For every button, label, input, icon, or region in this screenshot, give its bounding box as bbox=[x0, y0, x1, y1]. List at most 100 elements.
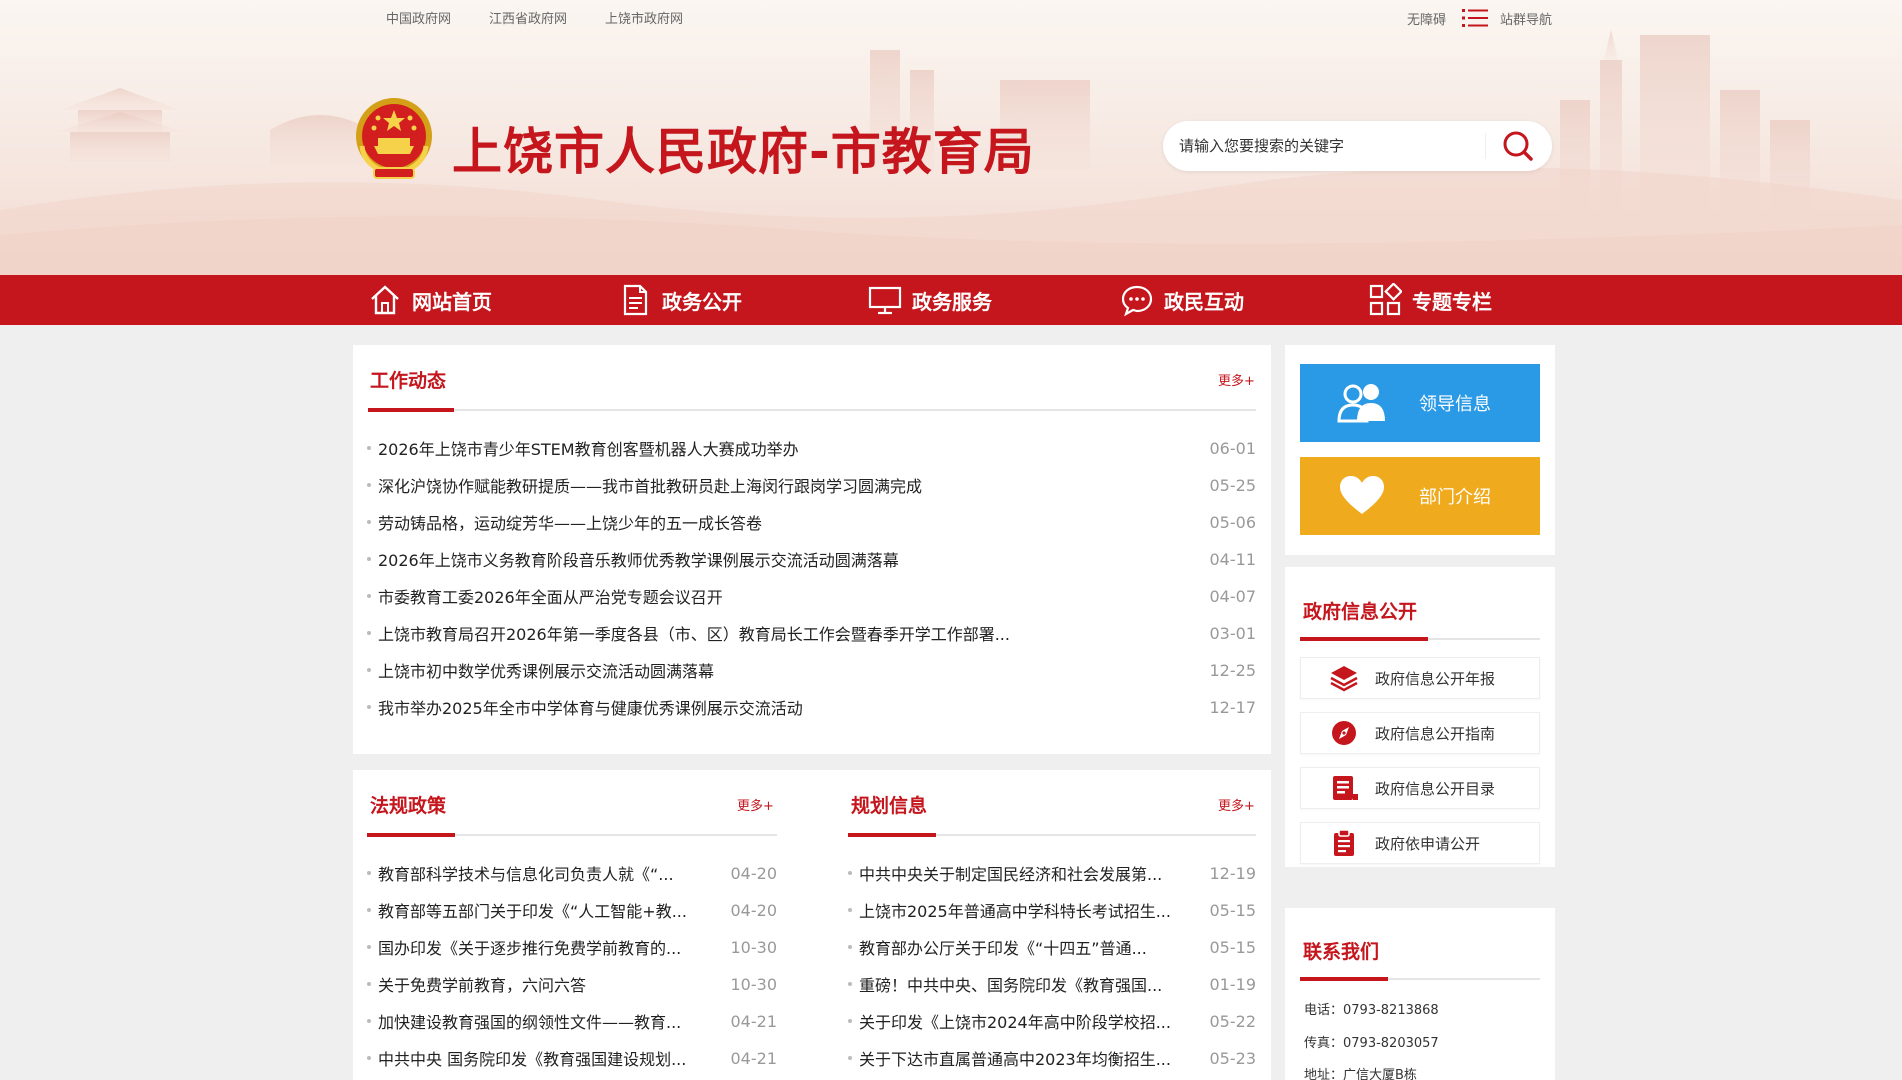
search-input[interactable] bbox=[1179, 121, 1479, 171]
nav-gov-service[interactable]: 政务服务 bbox=[868, 275, 992, 325]
gov-info-title: 政府信息公开 bbox=[1303, 601, 1418, 623]
policy-item-title: 国办印发《关于逐步推行免费学前教育的... bbox=[378, 939, 682, 958]
policy-item-title: 教育部科学技术与信息化司负责人就《“... bbox=[378, 865, 674, 884]
news-item[interactable]: 上饶市初中数学优秀课例展示交流活动圆满落幕 12-25 bbox=[367, 658, 1256, 682]
bullet-dot bbox=[367, 631, 371, 635]
news-item[interactable]: 2026年上饶市义务教育阶段音乐教师优秀教学课例展示交流活动圆满落幕 04-11 bbox=[367, 547, 1256, 571]
top-link-china-gov[interactable]: 中国政府网 bbox=[386, 8, 451, 27]
policy-item-title: 教育部等五部门关于印发《“人工智能+教... bbox=[378, 902, 687, 921]
clipboard-icon bbox=[1334, 829, 1354, 856]
news-item[interactable]: 2026年上饶市青少年STEM教育创客暨机器人大赛成功举办 06-01 bbox=[367, 436, 1256, 460]
leader-info-button[interactable]: 领导信息 bbox=[1300, 364, 1540, 442]
accessibility-link[interactable]: 无障碍 bbox=[1407, 9, 1446, 28]
search-icon[interactable] bbox=[1498, 129, 1538, 163]
people-icon bbox=[1337, 384, 1385, 423]
search-divider bbox=[1485, 133, 1486, 159]
news-item-date: 05-06 bbox=[1209, 512, 1257, 532]
leader-info-label: 领导信息 bbox=[1419, 394, 1491, 415]
nav-gov-affairs-open-label: 政务公开 bbox=[662, 289, 742, 314]
work-news-title: 工作动态 bbox=[370, 370, 447, 392]
news-item-title: 2026年上饶市青少年STEM教育创客暨机器人大赛成功举办 bbox=[378, 440, 799, 459]
planning-item-date: 05-15 bbox=[1209, 900, 1257, 920]
planning-item-title: 教育部办公厅关于印发《“十四五”普通... bbox=[859, 939, 1147, 958]
bullet-dot bbox=[848, 908, 852, 912]
list-menu-icon[interactable] bbox=[1462, 8, 1489, 28]
top-links: 中国政府网 江西省政府网 上饶市政府网 bbox=[386, 8, 721, 27]
policy-item-date: 04-20 bbox=[730, 900, 778, 920]
policy-item-date: 04-21 bbox=[730, 1048, 778, 1068]
planning-item[interactable]: 上饶市2025年普通高中学科特长考试招生... 05-15 bbox=[848, 898, 1256, 922]
planning-item-date: 01-19 bbox=[1209, 974, 1257, 994]
catalog-icon bbox=[1333, 776, 1358, 800]
stack-icon bbox=[1330, 666, 1358, 692]
national-emblem-logo[interactable] bbox=[354, 96, 434, 182]
gov-info-apply[interactable]: 政府依申请公开 bbox=[1300, 822, 1540, 864]
policy-item-title: 中共中央 国务院印发《教育强国建设规划... bbox=[378, 1050, 687, 1069]
policy-item[interactable]: 国办印发《关于逐步推行免费学前教育的... 10-30 bbox=[367, 935, 777, 959]
bullet-dot bbox=[367, 594, 371, 598]
nav-special-topics[interactable]: 专题专栏 bbox=[1368, 275, 1492, 325]
site-nav-link[interactable]: 站群导航 bbox=[1500, 9, 1552, 28]
planning-item[interactable]: 教育部办公厅关于印发《“十四五”普通... 05-15 bbox=[848, 935, 1256, 959]
header-banner: 中国政府网 江西省政府网 上饶市政府网 无障碍 站群导航 上饶市人民政府-市教育… bbox=[0, 0, 1902, 275]
gov-info-annual-report[interactable]: 政府信息公开年报 bbox=[1300, 657, 1540, 699]
bullet-dot bbox=[848, 871, 852, 875]
nav-home[interactable]: 网站首页 bbox=[368, 275, 492, 325]
policy-item[interactable]: 教育部科学技术与信息化司负责人就《“... 04-20 bbox=[367, 861, 777, 885]
news-item[interactable]: 上饶市教育局召开2026年第一季度各县（市、区）教育局长工作会暨春季开学工作部署… bbox=[367, 621, 1256, 645]
planning-title-underline bbox=[848, 833, 936, 837]
planning-item-date: 05-22 bbox=[1209, 1011, 1257, 1031]
bullet-dot bbox=[367, 871, 371, 875]
planning-item[interactable]: 关于下达市直属普通高中2023年均衡招生... 05-23 bbox=[848, 1046, 1256, 1070]
work-news-more-link[interactable]: 更多+ bbox=[1218, 370, 1255, 389]
bullet-dot bbox=[848, 982, 852, 986]
news-item-date: 04-11 bbox=[1209, 549, 1257, 569]
planning-item-title: 关于印发《上饶市2024年高中阶段学校招... bbox=[859, 1013, 1171, 1032]
bullet-dot bbox=[367, 705, 371, 709]
gov-info-guide[interactable]: 政府信息公开指南 bbox=[1300, 712, 1540, 754]
work-news-title-line bbox=[368, 409, 1256, 411]
top-link-jiangxi-gov[interactable]: 江西省政府网 bbox=[489, 8, 567, 27]
planning-item-date: 05-23 bbox=[1209, 1048, 1257, 1068]
planning-more-link[interactable]: 更多+ bbox=[1218, 795, 1255, 814]
policy-item[interactable]: 教育部等五部门关于印发《“人工智能+教... 04-20 bbox=[367, 898, 777, 922]
policy-item[interactable]: 中共中央 国务院印发《教育强国建设规划... 04-21 bbox=[367, 1046, 777, 1070]
gov-info-item-label: 政府信息公开年报 bbox=[1375, 669, 1496, 688]
news-item[interactable]: 我市举办2025年全市中学体育与健康优秀课例展示交流活动 12-17 bbox=[367, 695, 1256, 719]
document-icon bbox=[623, 284, 648, 316]
policy-item[interactable]: 加快建设教育强国的纲领性文件——教育... 04-21 bbox=[367, 1009, 777, 1033]
nav-gov-affairs-open[interactable]: 政务公开 bbox=[618, 275, 742, 325]
monitor-icon bbox=[868, 286, 902, 315]
nav-interaction[interactable]: 政民互动 bbox=[1120, 275, 1244, 325]
policy-item-title: 关于免费学前教育，六问六答 bbox=[378, 976, 587, 995]
planning-item[interactable]: 重磅！中共中央、国务院印发《教育强国... 01-19 bbox=[848, 972, 1256, 996]
news-item-title: 上饶市教育局召开2026年第一季度各县（市、区）教育局长工作会暨春季开学工作部署… bbox=[378, 625, 1010, 644]
top-link-shangrao-gov[interactable]: 上饶市政府网 bbox=[605, 8, 683, 27]
policy-item[interactable]: 关于免费学前教育，六问六答 10-30 bbox=[367, 972, 777, 996]
gov-info-catalog[interactable]: 政府信息公开目录 bbox=[1300, 767, 1540, 809]
planning-item[interactable]: 中共中央关于制定国民经济和社会发展第... 12-19 bbox=[848, 861, 1256, 885]
contact-phone: 电话：0793-8213868 bbox=[1304, 1003, 1439, 1018]
heart-icon bbox=[1340, 476, 1384, 514]
news-item[interactable]: 市委教育工委2026年全面从严治党专题会议召开 04-07 bbox=[367, 584, 1256, 608]
policy-item-date: 10-30 bbox=[730, 974, 778, 994]
nav-interaction-label: 政民互动 bbox=[1164, 289, 1244, 314]
policy-title-underline bbox=[367, 833, 455, 837]
bullet-dot bbox=[367, 446, 371, 450]
bullet-dot bbox=[367, 557, 371, 561]
planning-item[interactable]: 关于印发《上饶市2024年高中阶段学校招... 05-22 bbox=[848, 1009, 1256, 1033]
news-item-date: 12-25 bbox=[1209, 660, 1257, 680]
nav-special-topics-label: 专题专栏 bbox=[1412, 289, 1492, 314]
news-item[interactable]: 深化沪饶协作赋能教研提质——我市首批教研员赴上海闵行跟岗学习圆满完成 05-25 bbox=[367, 473, 1256, 497]
news-item[interactable]: 劳动铸品格，运动绽芳华——上饶少年的五一成长答卷 05-06 bbox=[367, 510, 1256, 534]
planning-item-date: 12-19 bbox=[1209, 863, 1257, 883]
contact-address: 地址：广信大厦B栋 bbox=[1304, 1068, 1417, 1080]
planning-item-title: 关于下达市直属普通高中2023年均衡招生... bbox=[859, 1050, 1171, 1069]
gov-info-title-underline bbox=[1300, 637, 1428, 641]
policy-item-date: 04-20 bbox=[730, 863, 778, 883]
dept-intro-button[interactable]: 部门介绍 bbox=[1300, 457, 1540, 535]
policy-more-link[interactable]: 更多+ bbox=[737, 795, 774, 814]
search-box bbox=[1163, 121, 1552, 171]
home-icon bbox=[371, 285, 399, 315]
news-item-date: 12-17 bbox=[1209, 697, 1257, 717]
